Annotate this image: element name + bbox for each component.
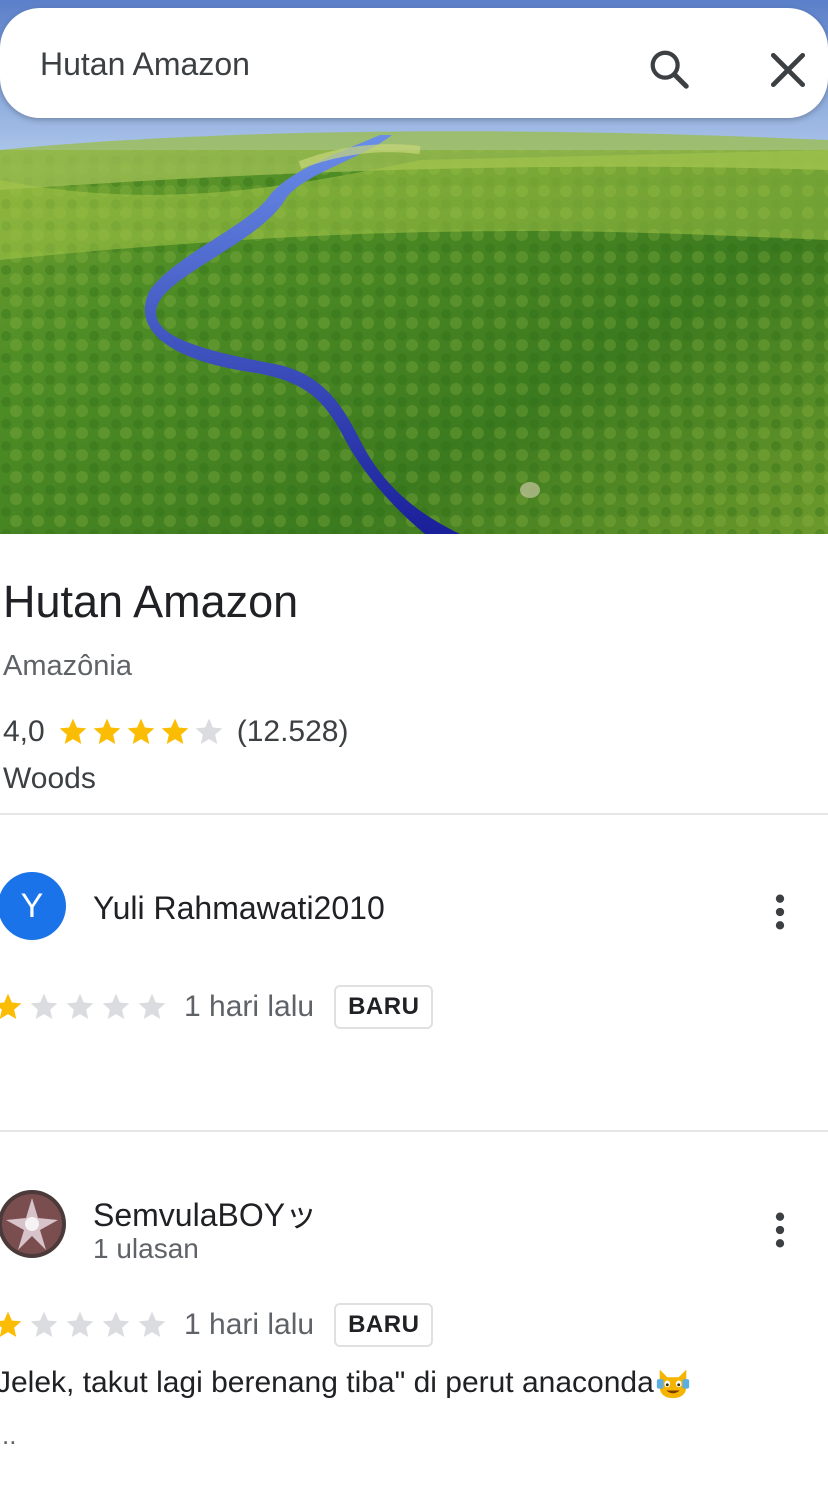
avatar[interactable]: Y — [0, 872, 66, 940]
rating-value: 4,0 — [3, 715, 45, 748]
star-empty-icon — [66, 1311, 94, 1337]
review-count[interactable]: (12.528) — [237, 715, 349, 749]
search-icon[interactable] — [646, 46, 692, 92]
review-body: Jelek, takut lagi berenang tiba" di peru… — [0, 1366, 654, 1399]
review-more-text[interactable]: .. — [2, 1420, 16, 1451]
star-empty-icon — [138, 993, 166, 1019]
search-input[interactable]: Hutan Amazon — [40, 46, 250, 83]
review-date: 1 hari lalu — [184, 990, 315, 1023]
star-filled-icon — [0, 1311, 22, 1337]
reviewer-name[interactable]: Yuli Rahmawati2010 — [93, 890, 385, 927]
new-badge: BARU — [334, 1303, 434, 1347]
star-empty-icon — [30, 993, 58, 1019]
review-text: Jelek, takut lagi berenang tiba" di peru… — [0, 1362, 692, 1400]
star-empty-icon — [30, 1311, 58, 1337]
avatar-letter: Y — [20, 886, 44, 925]
review-stars — [0, 1309, 168, 1341]
cat-emoji-icon — [656, 1369, 689, 1399]
avatar[interactable] — [0, 1190, 66, 1258]
star-empty-icon — [102, 993, 130, 1019]
place-subtitle: Amazônia — [3, 650, 132, 682]
review-date: 1 hari lalu — [184, 1308, 315, 1341]
rating-stars — [57, 716, 225, 748]
star-filled-icon — [93, 718, 121, 744]
divider — [0, 1130, 828, 1132]
close-icon[interactable] — [766, 48, 810, 92]
review-stars — [0, 991, 168, 1023]
star-empty-icon — [102, 1311, 130, 1337]
star-empty-icon — [195, 718, 223, 744]
divider — [0, 813, 828, 815]
more-options-icon[interactable] — [770, 892, 790, 932]
star-filled-icon — [161, 718, 189, 744]
place-title: Hutan Amazon — [3, 576, 299, 627]
star-filled-icon — [59, 718, 87, 744]
star-empty-icon — [66, 993, 94, 1019]
star-filled-icon — [0, 993, 22, 1019]
new-badge: BARU — [334, 985, 434, 1029]
review-rating-row: 1 hari lalu BARU — [0, 1300, 434, 1350]
reviewer-name[interactable]: SemvulaBOYッ — [93, 1190, 317, 1236]
place-rating-row[interactable]: 4,0 (12.528) — [3, 712, 348, 752]
reviewer-review-count: 1 ulasan — [93, 1233, 199, 1264]
star-empty-icon — [138, 1311, 166, 1337]
place-category: Woods — [3, 762, 96, 795]
avatar-image — [0, 1190, 66, 1258]
review-rating-row: 1 hari lalu BARU — [0, 982, 434, 1032]
star-filled-icon — [127, 718, 155, 744]
search-bar[interactable]: Hutan Amazon — [0, 8, 828, 118]
more-options-icon[interactable] — [770, 1210, 790, 1250]
